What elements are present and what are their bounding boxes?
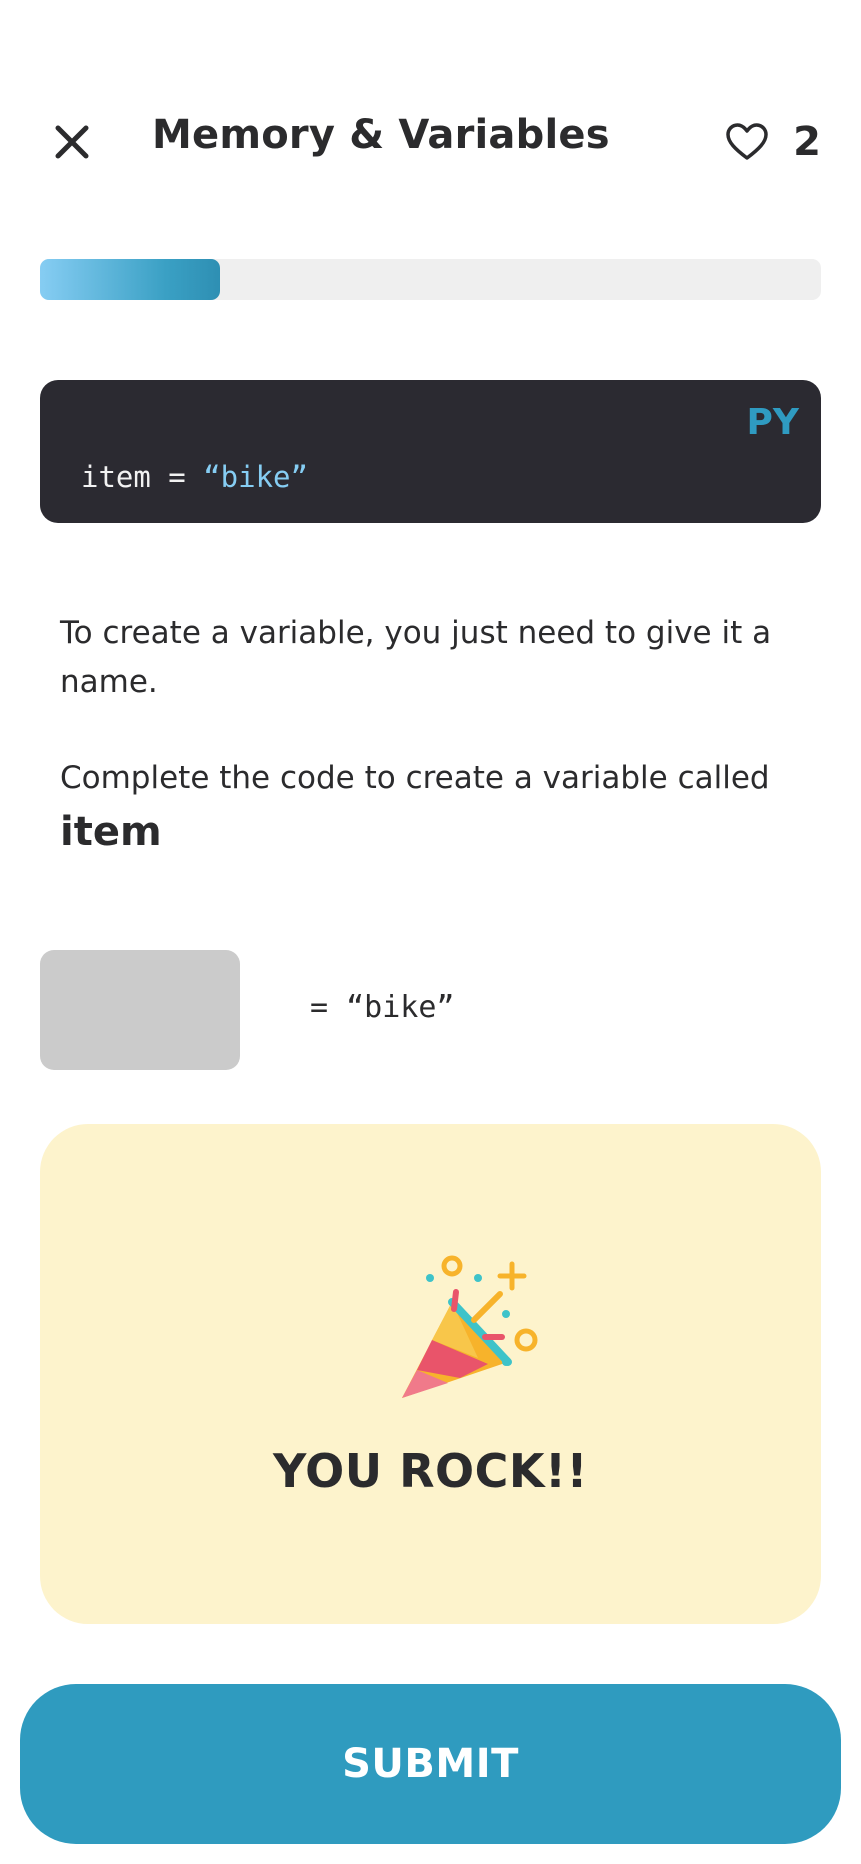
submit-button[interactable]: SUBMIT [20,1684,841,1844]
lesson-title: Memory & Variables [152,112,610,158]
lives-indicator: 2 [725,118,821,166]
code-snippet: PY item = “bike” [40,380,821,523]
heart-outline-icon [726,123,768,160]
task-prompt: Complete the code to create a variable c… [60,754,820,861]
top-bar: Memory & Variables 2 [0,100,861,180]
progress-fill [40,259,220,300]
close-icon[interactable] [50,120,94,164]
answer-slot[interactable] [40,950,240,1070]
code-line: item = “bike” [81,460,308,494]
lesson-progress-bar [40,259,821,300]
exercise-code-rest: = “bike” [310,990,455,1025]
party-popper-icon [402,1255,538,1398]
task-keyword: item [60,809,162,855]
close-button[interactable] [50,120,94,164]
language-badge: PY [746,402,799,443]
feedback-panel: YOU ROCK!! [40,1124,821,1624]
code-line-string: “bike” [203,460,308,494]
task-prompt-text: Complete the code to create a variable c… [60,760,770,796]
code-line-prefix: item = [81,460,204,494]
lives-count: 2 [793,119,821,165]
instruction-text: To create a variable, you just need to g… [60,615,772,700]
feedback-message: YOU ROCK!! [272,1444,589,1498]
